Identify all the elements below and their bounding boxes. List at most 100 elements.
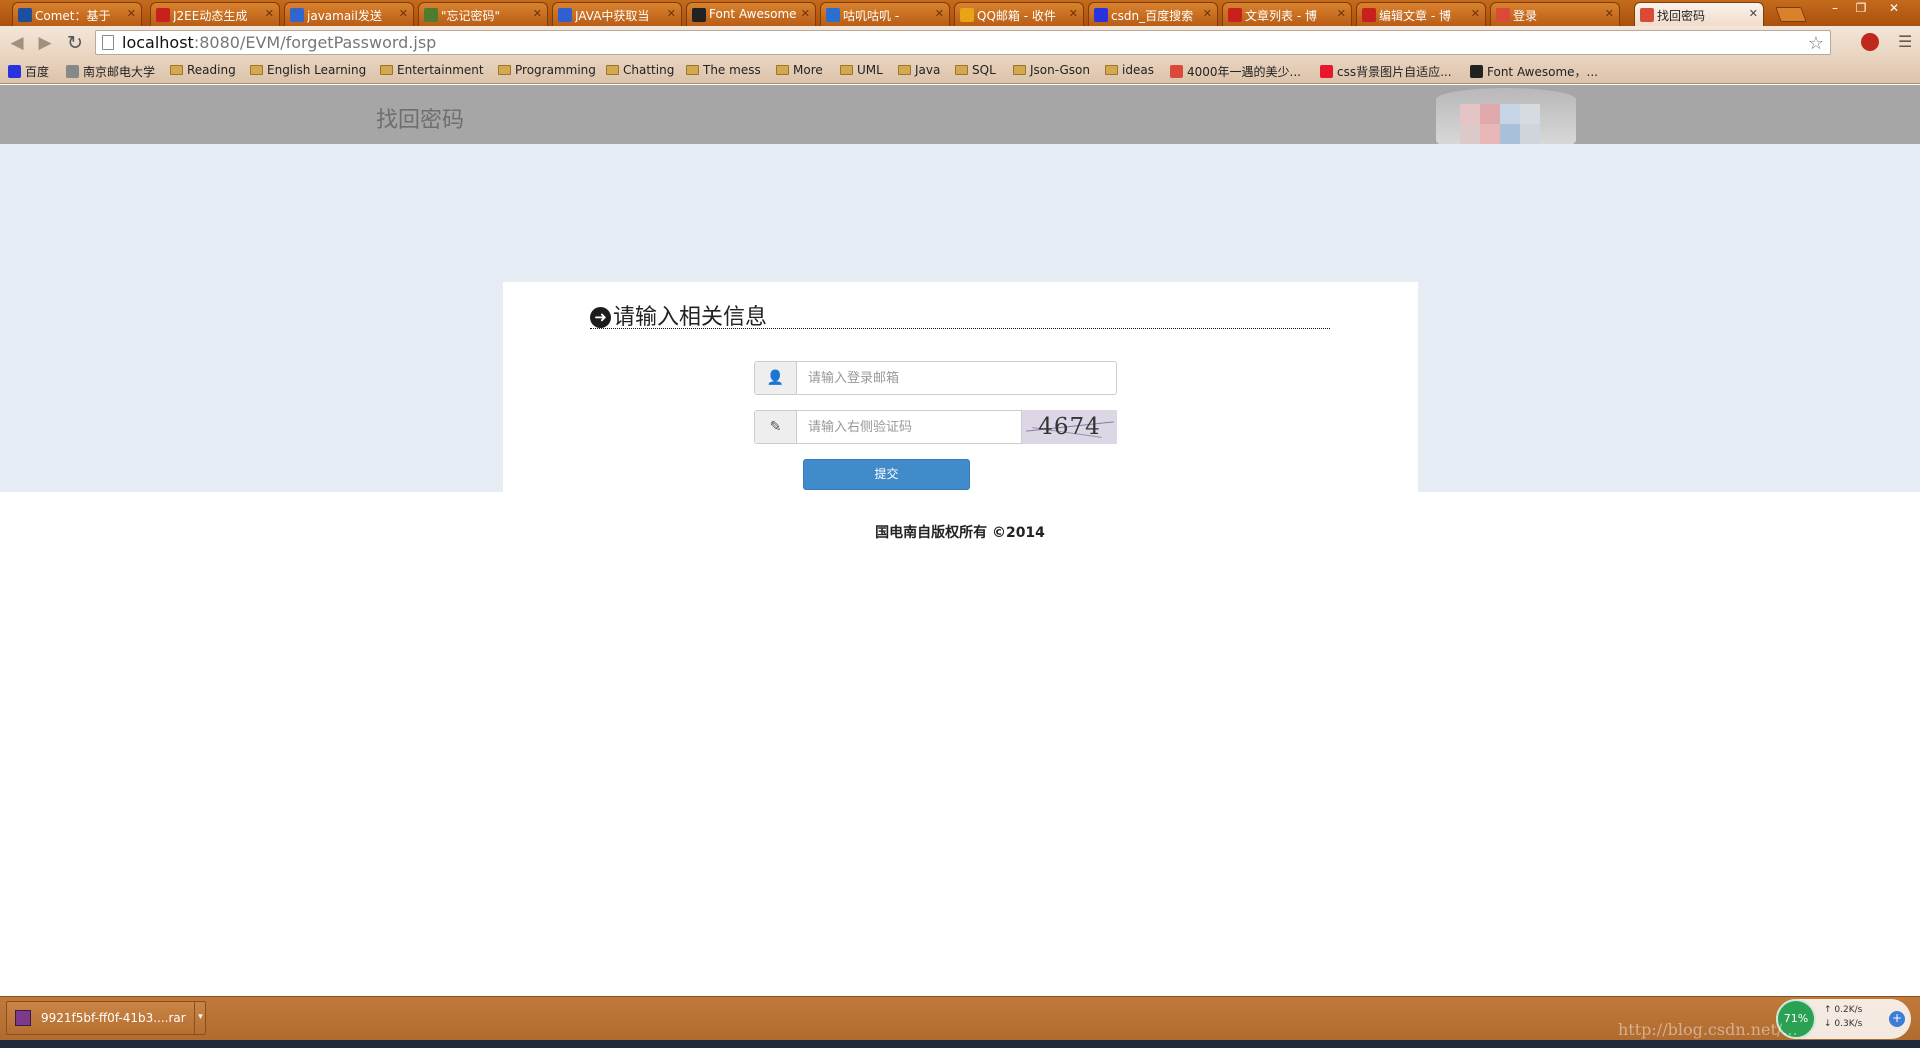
- content-band: ➜请输入相关信息 👤 ✎ 4674 提交: [0, 144, 1920, 503]
- maximize-icon[interactable]: ❐: [1848, 0, 1874, 18]
- edit-icon: ✎: [755, 411, 797, 443]
- browser-tab[interactable]: 编辑文章 - 博 ✕: [1356, 2, 1486, 26]
- bookmark-item[interactable]: ideas: [1105, 63, 1154, 77]
- browser-tab[interactable]: 找回密码 ✕: [1634, 2, 1764, 26]
- browser-tab[interactable]: JAVA中获取当 ✕: [552, 2, 682, 26]
- browser-tab[interactable]: 登录 ✕: [1490, 2, 1620, 26]
- email-field[interactable]: [798, 362, 1116, 394]
- doc-icon: [424, 8, 438, 22]
- bookmark-label: SQL: [972, 63, 996, 77]
- captcha-field[interactable]: [798, 411, 1020, 443]
- minimize-icon[interactable]: –: [1822, 0, 1848, 18]
- reload-icon[interactable]: ↻: [64, 32, 86, 54]
- os-taskbar: [0, 1040, 1920, 1048]
- bookmark-item[interactable]: The mess: [686, 63, 761, 77]
- bookmark-label: English Learning: [267, 63, 367, 77]
- bookmark-item[interactable]: More: [776, 63, 823, 77]
- bookmark-item[interactable]: UML: [840, 63, 883, 77]
- browser-tab[interactable]: Comet：基于 ✕: [12, 2, 142, 26]
- browser-tab[interactable]: QQ邮箱 - 收件 ✕: [954, 2, 1084, 26]
- arrow-circle-right-icon: ➜: [590, 307, 611, 328]
- tab-close-icon[interactable]: ✕: [1471, 7, 1480, 20]
- download-item[interactable]: 9921f5bf-ff0f-41b3....rar ▾: [6, 1001, 206, 1035]
- bookmark-label: Entertainment: [397, 63, 484, 77]
- tab-close-icon[interactable]: ✕: [127, 7, 136, 20]
- form-heading: ➜ 请输入相关信息: [590, 299, 1330, 330]
- bookmark-label: The mess: [703, 63, 761, 77]
- bookmark-item[interactable]: Reading: [170, 63, 236, 77]
- bookmark-star-icon[interactable]: ☆: [1808, 32, 1824, 55]
- tab-title: 登录: [1513, 9, 1538, 23]
- flag-icon: [692, 8, 706, 22]
- page-icon: [66, 65, 79, 78]
- tab-close-icon[interactable]: ✕: [1203, 7, 1212, 20]
- tab-close-icon[interactable]: ✕: [1069, 7, 1078, 20]
- tab-title: J2EE动态生成: [173, 9, 248, 23]
- site-icon: [826, 8, 840, 22]
- bookmark-item[interactable]: Font Awesome，...: [1470, 63, 1598, 80]
- bookmark-item[interactable]: Programming: [498, 63, 596, 77]
- upload-speed: ↑ 0.2K/s: [1824, 1005, 1863, 1015]
- tab-close-icon[interactable]: ✕: [533, 7, 542, 20]
- tab-title: Font Awesome: [709, 7, 797, 21]
- browser-menu-icon[interactable]: ☰: [1898, 32, 1914, 51]
- folder-icon: [498, 65, 511, 75]
- back-icon[interactable]: ◀: [6, 32, 28, 54]
- tab-title: QQ邮箱 - 收件: [977, 9, 1056, 23]
- tab-close-icon[interactable]: ✕: [1749, 7, 1758, 20]
- captcha-image[interactable]: 4674: [1021, 410, 1117, 444]
- folder-icon: [250, 65, 263, 75]
- browser-tab[interactable]: Font Awesome ✕: [686, 2, 816, 26]
- browser-tab[interactable]: 咕叽咕叽 - ✕: [820, 2, 950, 26]
- tab-close-icon[interactable]: ✕: [667, 7, 676, 20]
- plus-icon[interactable]: +: [1889, 1011, 1905, 1027]
- bookmark-item[interactable]: css背景图片自适应...: [1320, 63, 1452, 80]
- bookmark-item[interactable]: English Learning: [250, 63, 366, 77]
- bookmark-item[interactable]: Json-Gson: [1013, 63, 1090, 77]
- user-icon: 👤: [755, 362, 797, 394]
- browser-tab[interactable]: 文章列表 - 博 ✕: [1222, 2, 1352, 26]
- tab-title: 编辑文章 - 博: [1379, 9, 1451, 23]
- browser-tab[interactable]: J2EE动态生成 ✕: [150, 2, 280, 26]
- footer-copyright: 国电南自版权所有 ©2014: [875, 525, 1045, 541]
- bookmark-label: 4000年一遇的美少...: [1187, 65, 1301, 79]
- page-icon: [102, 35, 114, 50]
- google-icon: [290, 8, 304, 22]
- email-input-group: 👤: [754, 361, 1117, 395]
- extension-icon[interactable]: [1861, 33, 1879, 51]
- address-bar[interactable]: localhost:8080/EVM/forgetPassword.jsp ☆: [95, 30, 1831, 55]
- tab-close-icon[interactable]: ✕: [265, 7, 274, 20]
- submit-button[interactable]: 提交: [803, 459, 970, 490]
- browser-tab[interactable]: javamail发送 ✕: [284, 2, 414, 26]
- bookmark-item[interactable]: 百度: [8, 63, 49, 80]
- browser-tab[interactable]: "忘记密码" ✕: [418, 2, 548, 26]
- chart-icon: [1496, 8, 1510, 22]
- bookmark-item[interactable]: 4000年一遇的美少...: [1170, 63, 1301, 80]
- bookmark-item[interactable]: Java: [898, 63, 940, 77]
- chart-icon: [1640, 8, 1654, 22]
- bookmark-label: 百度: [25, 65, 50, 79]
- bookmark-item[interactable]: Chatting: [606, 63, 674, 77]
- bookmark-item[interactable]: 南京邮电大学: [66, 63, 155, 80]
- tab-title: csdn_百度搜索: [1111, 9, 1194, 23]
- tab-close-icon[interactable]: ✕: [1337, 7, 1346, 20]
- forward-icon[interactable]: ▶: [34, 32, 56, 54]
- captcha-text: 4674: [1038, 414, 1101, 440]
- folder-icon: [606, 65, 619, 75]
- tab-close-icon[interactable]: ✕: [399, 7, 408, 20]
- tab-close-icon[interactable]: ✕: [935, 7, 944, 20]
- site-logo: [1436, 88, 1576, 152]
- bookmark-label: Chatting: [623, 63, 675, 77]
- baidu-icon: [558, 8, 572, 22]
- tab-close-icon[interactable]: ✕: [801, 7, 810, 20]
- tab-close-icon[interactable]: ✕: [1605, 7, 1614, 20]
- tab-title: 找回密码: [1657, 9, 1706, 23]
- browser-tab[interactable]: csdn_百度搜索 ✕: [1088, 2, 1218, 26]
- bookmark-label: ideas: [1122, 63, 1154, 77]
- bookmark-item[interactable]: Entertainment: [380, 63, 484, 77]
- bookmark-item[interactable]: SQL: [955, 63, 996, 77]
- url-host: localhost: [122, 33, 194, 52]
- close-window-icon[interactable]: ✕: [1874, 0, 1914, 18]
- new-tab-button[interactable]: [1775, 7, 1807, 22]
- chevron-down-icon[interactable]: ▾: [194, 1001, 206, 1035]
